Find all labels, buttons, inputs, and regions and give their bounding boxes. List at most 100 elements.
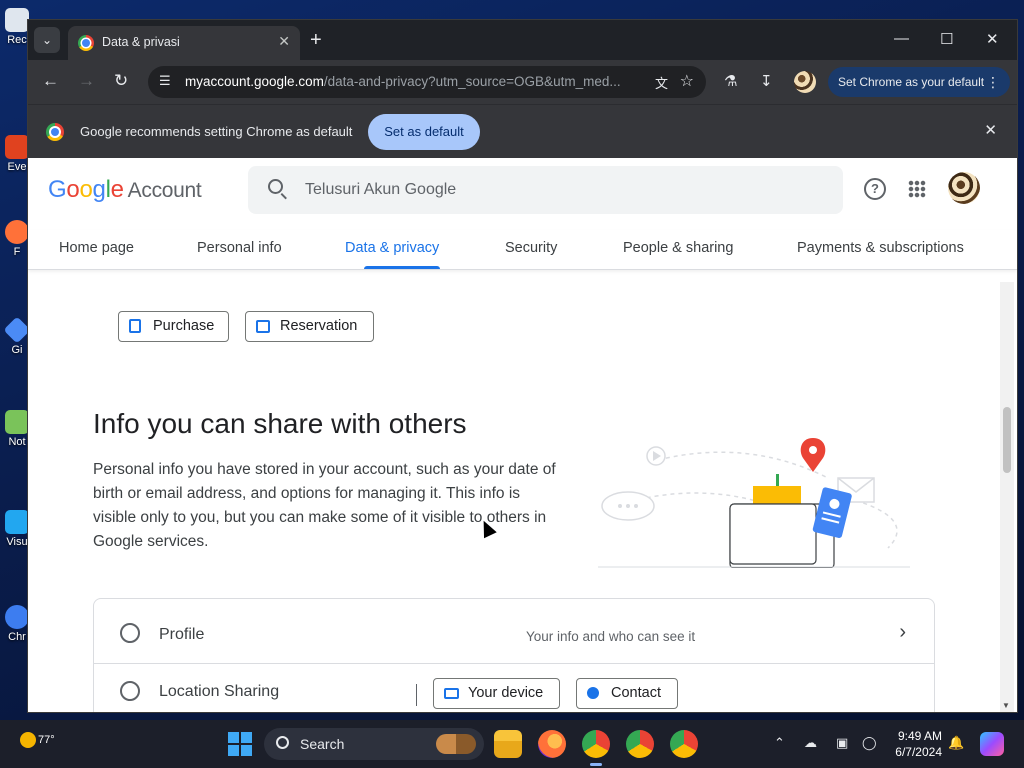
location-sharing-row[interactable]: Location Sharing Your device Contact — [94, 664, 934, 712]
chrome-profile-b-icon[interactable] — [582, 730, 610, 766]
title-bar: ⌄ Data & privasi ✕ + — ☐ ✕ — [28, 20, 1017, 60]
active-tab-indicator — [364, 266, 440, 269]
desktop-icon-eve[interactable]: Eve — [4, 135, 30, 173]
sharing-card: Profile Your info and who can see it › L… — [93, 598, 935, 712]
chrome-profile-icon[interactable] — [670, 730, 698, 758]
windows-start-icon[interactable] — [228, 732, 252, 756]
browser-tab[interactable]: Data & privasi ✕ — [68, 26, 300, 60]
forward-arrow-icon[interactable]: → — [78, 71, 95, 91]
tab-search-chevron-icon[interactable]: ⌄ — [34, 27, 60, 53]
location-sharing-icon — [120, 681, 140, 701]
new-tab-plus-icon[interactable]: + — [310, 28, 322, 52]
reservation-chip[interactable]: Reservation — [245, 311, 374, 342]
weather-widget[interactable]: 77° — [20, 732, 55, 748]
search-icon — [276, 736, 289, 749]
purchase-chip[interactable]: Purchase — [118, 311, 229, 342]
tab-data-privacy[interactable]: Data & privacy — [345, 240, 439, 256]
set-chrome-default-button[interactable]: Set Chrome as your default ⋮ — [828, 67, 1010, 97]
download-icon[interactable]: ↧ — [760, 72, 773, 90]
profile-row[interactable]: Profile Your info and who can see it › — [94, 599, 934, 664]
reservation-label: Reservation — [280, 318, 358, 334]
desktop-icon-chr[interactable]: Chr — [4, 605, 30, 643]
desktop-icon-not[interactable]: Not — [4, 410, 30, 448]
close-infobar-icon[interactable]: ✕ — [984, 121, 997, 139]
desktop-icon-label: Gi — [11, 344, 23, 356]
contact-chip[interactable]: Contact — [576, 678, 678, 709]
search-placeholder: Telusuri Akun Google — [305, 181, 457, 198]
firefox-icon[interactable] — [538, 730, 566, 758]
desktop-icon-visu[interactable]: Visu — [4, 510, 30, 548]
chrome-logo-icon — [46, 123, 64, 141]
google-wordmark: Google — [48, 176, 124, 203]
firefox-icon — [5, 220, 29, 244]
set-as-default-button[interactable]: Set as default — [368, 114, 480, 150]
google-apps-icon[interactable] — [908, 180, 926, 198]
labs-flask-icon[interactable]: ⚗ — [724, 72, 737, 90]
tab-security[interactable]: Security — [505, 240, 557, 256]
translate-icon[interactable]: 文 — [655, 73, 668, 92]
google-account-logo[interactable]: Google Account — [48, 176, 202, 204]
copilot-icon[interactable] — [980, 732, 1004, 756]
account-avatar[interactable] — [948, 172, 980, 204]
tab-title: Data & privasi — [102, 35, 180, 49]
browser-window: ⌄ Data & privasi ✕ + — ☐ ✕ ← → ↻ ☰ myacc… — [28, 20, 1017, 712]
site-settings-icon[interactable]: ☰ — [159, 73, 171, 89]
chevron-right-icon: › — [899, 621, 906, 643]
system-clock[interactable]: 9:49 AM 6/7/2024 — [886, 728, 942, 760]
calendar-icon — [256, 320, 270, 333]
sharing-illustration — [598, 438, 910, 568]
contact-label: Contact — [611, 685, 661, 701]
account-search-input[interactable]: Telusuri Akun Google — [248, 166, 843, 214]
chrome-icon[interactable] — [626, 730, 654, 758]
weather-temp: 77° — [38, 733, 55, 746]
display-icon[interactable]: ▣ — [836, 735, 848, 751]
bookmark-star-icon[interactable]: ☆ — [680, 71, 694, 91]
google-account-header: Google Account Telusuri Akun Google ? — [28, 158, 1017, 230]
tab-personal-info[interactable]: Personal info — [197, 240, 282, 256]
back-arrow-icon[interactable]: ← — [42, 71, 59, 91]
weather-sun-icon — [20, 732, 36, 748]
infobar-message: Google recommends setting Chrome as defa… — [80, 124, 353, 139]
minimize-icon[interactable]: — — [894, 30, 909, 47]
desktop-icon-gi[interactable]: Gi — [3, 316, 31, 356]
desktop-icon-label: Rec — [7, 34, 27, 46]
help-icon[interactable]: ? — [864, 178, 886, 200]
maximize-icon[interactable]: ☐ — [940, 30, 953, 48]
profile-avatar[interactable] — [794, 71, 816, 93]
tab-payments-subscriptions[interactable]: Payments & subscriptions — [797, 240, 964, 256]
scrollbar-thumb[interactable] — [1003, 407, 1011, 473]
taskbar-search[interactable]: Search — [264, 728, 484, 760]
page-scrollbar[interactable]: ▼ — [1000, 282, 1014, 712]
close-window-icon[interactable]: ✕ — [986, 30, 999, 48]
desktop-icon-f[interactable]: F — [4, 220, 30, 258]
tab-people-sharing[interactable]: People & sharing — [623, 240, 733, 256]
desktop-icon-label: Visu — [6, 536, 28, 548]
more-menu-icon[interactable]: ⋮ — [986, 67, 1000, 97]
reload-icon[interactable]: ↻ — [114, 71, 128, 91]
desktop-icon-recycle-bin[interactable]: Rec — [4, 8, 30, 46]
section-description: Personal info you have stored in your ac… — [93, 461, 556, 550]
profile-label: Profile — [159, 626, 205, 643]
scroll-down-arrow-icon[interactable]: ▼ — [1002, 701, 1010, 710]
url-text[interactable]: myaccount.google.com/data-and-privacy?ut… — [185, 74, 635, 89]
clock-date: 6/7/2024 — [895, 745, 942, 759]
notification-bell-icon[interactable]: 🔔 — [948, 735, 964, 751]
purchase-label: Purchase — [153, 318, 215, 334]
your-device-chip[interactable]: Your device — [433, 678, 560, 709]
tray-expand-chevron-icon[interactable]: ⌃ — [774, 735, 785, 751]
search-highlight-icon — [436, 734, 476, 754]
close-tab-icon[interactable]: ✕ — [278, 33, 290, 50]
file-explorer-icon[interactable] — [494, 730, 522, 758]
network-icon[interactable]: ☁ — [804, 735, 817, 751]
volume-mute-icon[interactable]: ◯ — [862, 735, 877, 751]
vscode-icon — [5, 510, 29, 534]
shopping-bag-icon — [129, 319, 141, 333]
recycle-bin-icon — [5, 8, 29, 32]
search-icon — [268, 179, 283, 194]
tab-home-page[interactable]: Home page — [59, 240, 134, 256]
app-shortcut-icon — [3, 316, 31, 344]
google-favicon-icon — [78, 35, 94, 51]
address-bar[interactable]: ☰ myaccount.google.com/data-and-privacy?… — [148, 66, 706, 98]
app-shortcut-icon — [5, 135, 29, 159]
profile-subtitle: Your info and who can see it — [526, 629, 696, 644]
